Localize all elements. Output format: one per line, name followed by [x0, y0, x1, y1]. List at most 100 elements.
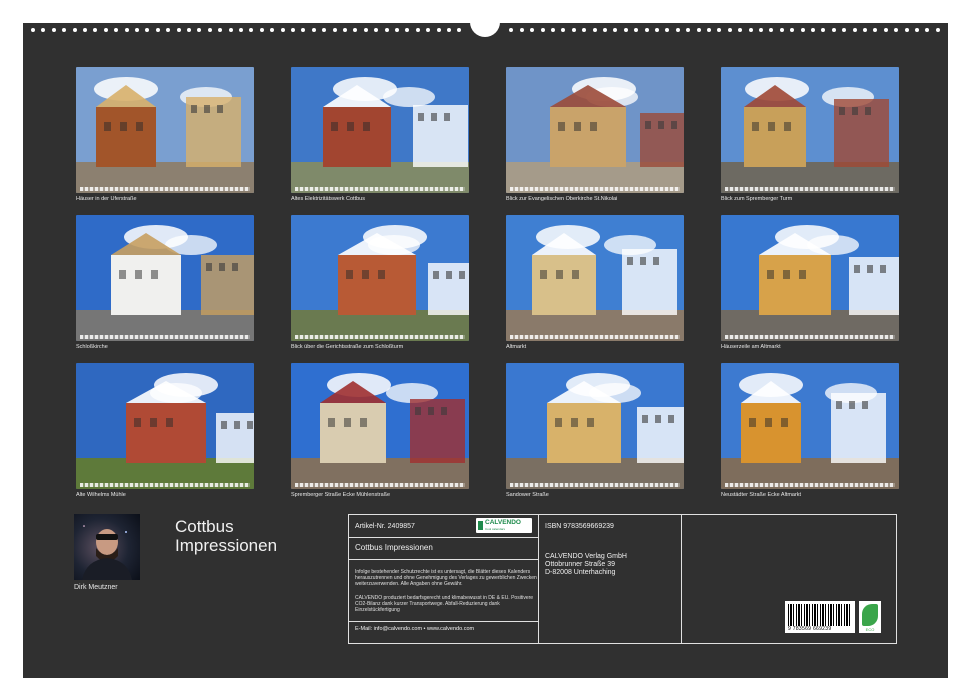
binding-hole — [748, 28, 753, 32]
photo-caption: Häuserzeile am Altmarkt — [721, 344, 781, 350]
barcode: 9 783569 669239 — [785, 601, 855, 633]
binding-hole — [863, 28, 867, 32]
article-number: Artikel-Nr. 2409857 — [355, 523, 415, 530]
binding-hole — [759, 28, 763, 32]
binding-hole — [270, 28, 275, 32]
photo-caption: Altmarkt — [506, 344, 527, 350]
binding-hole — [623, 28, 628, 32]
calendar-title: Cottbus Impressionen — [175, 517, 277, 555]
binding-hole — [343, 28, 347, 32]
photo-tile: Häuser in der Uferstraße — [76, 67, 254, 202]
binding-hole — [166, 28, 171, 32]
photo — [291, 363, 469, 489]
binding-hole — [62, 28, 67, 32]
leaf-icon — [862, 604, 878, 626]
binding-hole — [842, 28, 847, 32]
publisher-city: D-82008 Unterhaching — [545, 569, 616, 576]
author-name: Dirk Meutzner — [74, 584, 118, 591]
photo-tile: Blick über die Gerichtsstraße zum Schloß… — [291, 215, 469, 350]
binding-hole — [519, 28, 524, 32]
photo — [291, 67, 469, 193]
binding-hole — [540, 28, 545, 32]
photo — [506, 363, 684, 489]
binding-hole — [894, 28, 899, 32]
photo-tile: Sandower Straße — [506, 363, 684, 498]
eco-label: ECO — [865, 627, 875, 632]
photo-caption: Neustädter Straße Ecke Altmarkt — [721, 492, 802, 498]
photo-caption: Alte Wilhelms Mühle — [76, 492, 126, 498]
binding-hole — [457, 28, 462, 32]
product-title: Cottbus Impressionen — [355, 543, 433, 552]
binding-hole — [571, 28, 576, 32]
calendar-back-page: Häuser in der Uferstraße Altes Elektrizit… — [23, 17, 948, 678]
photo — [76, 67, 254, 193]
binding-hole — [904, 28, 909, 32]
binding-hole — [103, 28, 108, 32]
legal-notice: Infolge bestehender Schutzrechte ist es … — [355, 569, 537, 588]
binding-hole — [655, 28, 659, 32]
binding-hole — [509, 28, 514, 32]
mini-calendar-strip — [725, 483, 895, 487]
photo-tile: Blick zum Spremberger Turm — [721, 67, 899, 202]
photo — [76, 363, 254, 489]
contact-line: E-Mail: info@calvendo.com • www.calvendo… — [355, 626, 475, 632]
binding-hole — [821, 28, 826, 32]
title-line-2: Impressionen — [175, 536, 278, 555]
barcode-number: 9 783569 669239 — [788, 626, 832, 632]
binding-hole — [634, 28, 639, 32]
binding-hole — [41, 28, 46, 32]
binding-hole — [582, 28, 587, 32]
binding-hole — [665, 28, 670, 32]
mini-calendar-strip — [510, 335, 680, 339]
calvendo-logo: CALVENDO Cool calendars — [476, 518, 532, 533]
photo-tile: Schloßkirche — [76, 215, 254, 350]
mini-calendar-strip — [80, 335, 250, 339]
photo-caption: Schloßkirche — [76, 344, 108, 350]
binding-hole — [644, 28, 649, 32]
binding-hole — [72, 28, 77, 32]
binding-hole — [83, 28, 87, 32]
author-photo — [74, 514, 140, 580]
photo — [506, 215, 684, 341]
binding-hole — [259, 28, 264, 32]
mini-calendar-strip — [80, 187, 250, 191]
binding-hole — [415, 28, 420, 32]
binding-hole — [790, 28, 795, 32]
binding-hole — [915, 28, 919, 32]
binding-hole — [124, 28, 129, 32]
binding-hole — [249, 28, 254, 32]
mini-calendar-strip — [295, 187, 465, 191]
binding-hole — [551, 28, 555, 32]
binding-hole — [280, 28, 285, 32]
photo — [721, 67, 899, 193]
eco-badge: ECO — [859, 601, 881, 633]
binding-hole — [883, 28, 888, 32]
binding-hole — [447, 28, 451, 32]
binding-hole — [187, 28, 191, 32]
binding-hole — [675, 28, 680, 32]
binding-hole — [811, 28, 815, 32]
binding-hole — [779, 28, 784, 32]
binding-hole — [311, 28, 316, 32]
binding-hole — [207, 28, 212, 32]
binding-hole — [145, 28, 150, 32]
photo-caption: Spremberger Straße Ecke Mühlenstraße — [291, 492, 391, 498]
logo-word: CALVENDO — [485, 519, 521, 526]
photo — [506, 67, 684, 193]
binding-hole — [831, 28, 836, 32]
binding-hole — [436, 28, 441, 32]
binding-hole — [51, 28, 56, 32]
photo-tile: Neustädter Straße Ecke Altmarkt — [721, 363, 899, 498]
spiral-binding — [23, 17, 948, 37]
binding-hole — [31, 28, 35, 32]
binding-hole — [603, 28, 607, 32]
binding-hole — [426, 28, 431, 32]
binding-hole — [384, 28, 389, 32]
binding-hole — [353, 28, 358, 32]
binding-hole — [405, 28, 410, 32]
photo-caption: Altes Elektrizitätswerk Cottbus — [291, 196, 365, 202]
binding-hole — [769, 28, 774, 32]
binding-hole — [332, 28, 337, 32]
binding-hole — [301, 28, 306, 32]
binding-hole — [873, 28, 878, 32]
